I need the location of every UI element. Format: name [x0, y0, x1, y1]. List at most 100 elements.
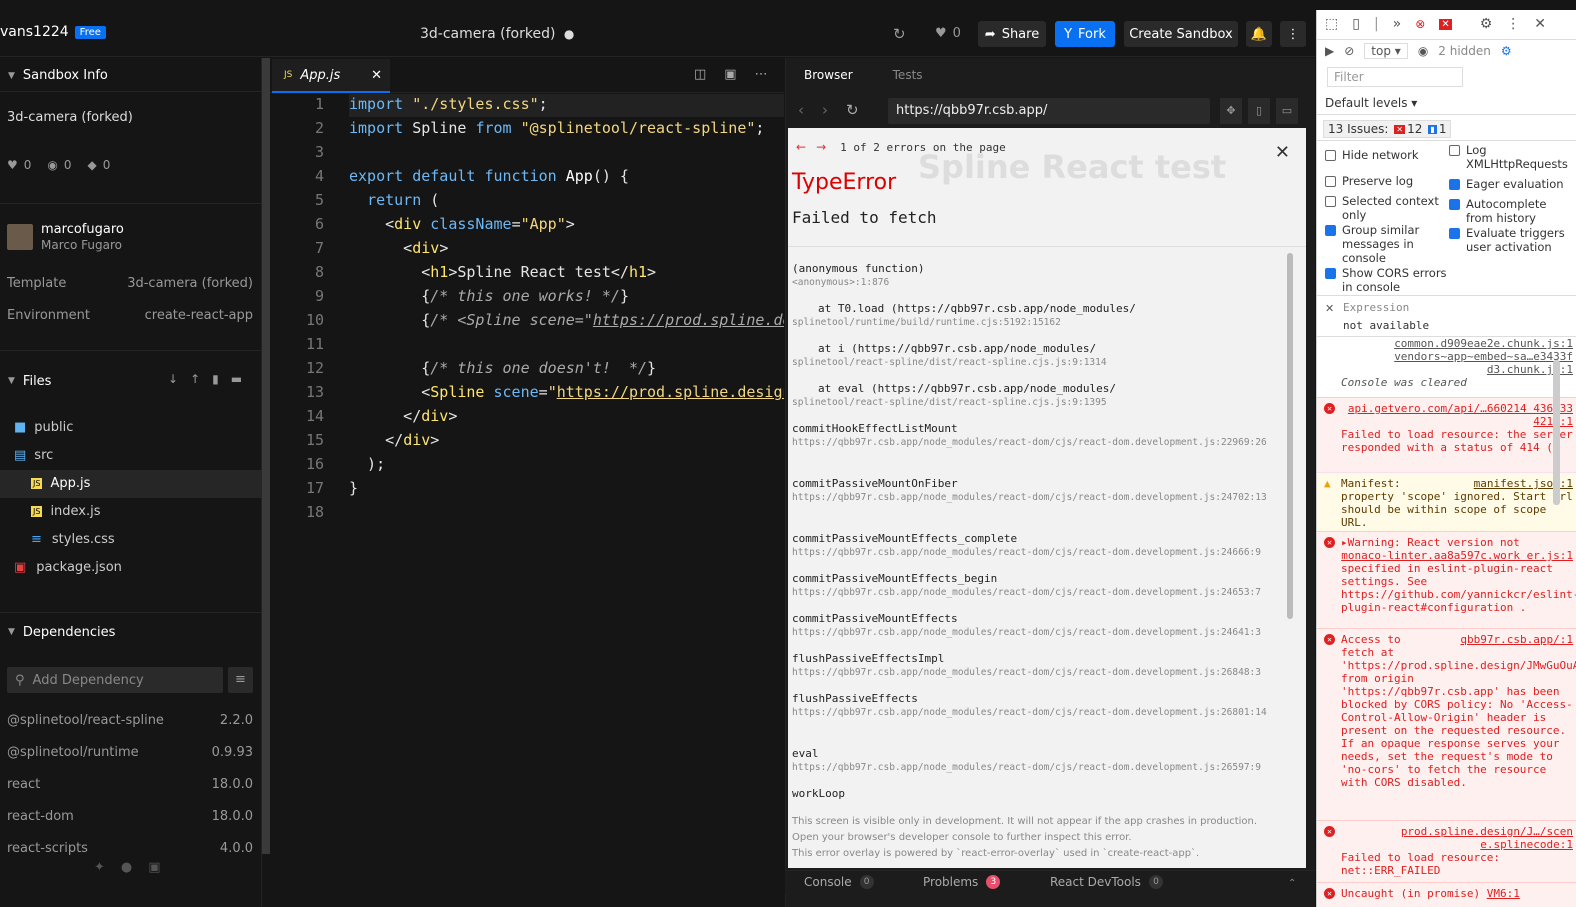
setting-checkbox[interactable]: Log XMLHttpRequests	[1449, 143, 1571, 171]
console-scrollbar[interactable]	[1553, 360, 1560, 505]
setting-checkbox[interactable]: Preserve log	[1325, 174, 1447, 188]
dependency-item[interactable]: react 18.0.0	[7, 777, 253, 795]
default-levels-select[interactable]: Default levels ▾	[1325, 96, 1417, 110]
source-link[interactable]: monaco-linter.aa8a597c.work er.js:1	[1341, 549, 1573, 562]
device-icon[interactable]: ▯	[1352, 16, 1360, 32]
source-link[interactable]: d3.chunk.js:1	[1341, 363, 1573, 376]
bell-icon[interactable]: 🔔	[1246, 21, 1272, 47]
avatar[interactable]	[7, 224, 33, 250]
close-icon[interactable]: ✕	[371, 68, 382, 83]
add-dependency-input[interactable]: ⚲ Add Dependency	[7, 667, 223, 693]
source-link[interactable]: vendors~app~embed~sa…e3433f	[1341, 350, 1573, 363]
dependency-list-icon[interactable]: ≡	[228, 667, 253, 693]
refresh-icon[interactable]: ↻	[893, 25, 906, 43]
tab-console[interactable]: Console 0	[804, 875, 874, 889]
stack-frame[interactable]: eval https://qbb97r.csb.app/node_modules/…	[792, 747, 1284, 773]
sidebar-toggle-icon[interactable]: ▶	[1325, 44, 1334, 58]
error-badge-icon[interactable]: ✕	[1439, 18, 1452, 30]
tab-tests[interactable]: Tests	[893, 68, 923, 82]
download-icon[interactable]: ↓	[168, 372, 178, 386]
refresh-icon[interactable]: ↻	[846, 101, 859, 119]
prev-error-arrow-icon[interactable]: ←	[796, 140, 806, 154]
setting-checkbox[interactable]: Selected context only	[1325, 194, 1447, 222]
new-folder-icon[interactable]: ▬	[231, 372, 242, 386]
setting-checkbox[interactable]: Group similar messages in console	[1325, 223, 1447, 265]
stack-frame[interactable]: commitPassiveMountEffects https://qbb97r.…	[792, 612, 1284, 638]
source-link[interactable]: common.d909eae2e.chunk.js:1	[1341, 337, 1573, 350]
checkbox[interactable]	[1449, 199, 1460, 210]
fork-button[interactable]: Y Fork	[1055, 21, 1115, 47]
username[interactable]: vans1224	[0, 24, 69, 40]
new-file-icon[interactable]: ▮	[212, 372, 219, 386]
dependency-item[interactable]: react-dom 18.0.0	[7, 809, 253, 827]
file-item-src[interactable]: ▤ src	[14, 448, 53, 463]
tab-react-devtools[interactable]: React DevTools 0	[1050, 875, 1163, 889]
file-item-app-js[interactable]: JS App.js	[31, 476, 90, 491]
message-text[interactable]: ▸Warning: React version not	[1341, 536, 1573, 549]
checkbox[interactable]	[1325, 225, 1336, 236]
checkbox[interactable]	[1449, 179, 1460, 190]
file-item-package-json[interactable]: ▣ package.json	[14, 560, 122, 575]
user-menu[interactable]: vans1224 Free	[0, 24, 106, 40]
stack-frame[interactable]: commitHookEffectListMount https://qbb97r.…	[792, 422, 1284, 448]
setting-checkbox[interactable]: Hide network	[1325, 148, 1447, 162]
close-icon[interactable]: ✕	[1325, 302, 1334, 315]
gear-icon[interactable]: ⚙	[1501, 44, 1512, 58]
stack-frame[interactable]: at eval (https://qbb97r.csb.app/node_mod…	[792, 382, 1284, 408]
gear-icon[interactable]: ⚙	[1480, 16, 1493, 32]
checkbox[interactable]	[1325, 176, 1336, 187]
move-icon[interactable]: ✥	[1220, 98, 1242, 124]
next-error-arrow-icon[interactable]: →	[816, 140, 826, 154]
setting-checkbox[interactable]: Eager evaluation	[1449, 177, 1571, 191]
clear-console-icon[interactable]: ⊘	[1344, 44, 1354, 58]
checkbox[interactable]	[1325, 268, 1336, 279]
url-bar[interactable]: https://qbb97r.csb.app/	[888, 98, 1210, 124]
preview-icon[interactable]: ▣	[724, 67, 736, 82]
upload-icon[interactable]: ↑	[190, 372, 200, 386]
discord-icon[interactable]: ▣	[148, 860, 160, 875]
more-tabs-icon[interactable]: »	[1393, 16, 1402, 32]
source-link[interactable]: VM6:1	[1487, 887, 1520, 900]
author-handle[interactable]: marcofugaro	[41, 222, 124, 237]
devtools-icon[interactable]: ▭	[1276, 98, 1298, 124]
issues-link[interactable]: 13 Issues: ✕ 12 ▮ 1	[1323, 120, 1452, 138]
dependency-item[interactable]: @splinetool/runtime 0.9.93	[7, 745, 253, 763]
checkbox[interactable]	[1449, 228, 1460, 239]
kebab-menu-icon[interactable]: ⋮	[1506, 16, 1520, 32]
stack-frame[interactable]: (anonymous function) <anonymous>:1:876	[792, 262, 1284, 288]
checkbox[interactable]	[1325, 196, 1336, 207]
tab-browser[interactable]: Browser	[804, 68, 853, 82]
stack-frame[interactable]: flushPassiveEffects https://qbb97r.csb.ap…	[792, 692, 1284, 718]
stack-frame[interactable]: commitPassiveMountEffects_complete https:…	[792, 532, 1284, 558]
stack-frame[interactable]: workLoop	[792, 787, 1284, 802]
source-link[interactable]: qbb97r.csb.app/:1	[1460, 633, 1573, 646]
tab-problems[interactable]: Problems 3	[923, 875, 1001, 889]
setting-checkbox[interactable]: Show CORS errors in console	[1325, 266, 1447, 294]
stack-frame[interactable]: commitPassiveMountOnFiber https://qbb97r.…	[792, 477, 1284, 503]
checkbox[interactable]	[1449, 145, 1460, 156]
sandbox-title-text[interactable]: 3d-camera (forked)	[420, 26, 555, 42]
context-select[interactable]: top ▾	[1364, 43, 1408, 59]
more-menu-icon[interactable]: ⋮	[1280, 21, 1306, 47]
more-icon[interactable]: ⋯	[755, 67, 768, 82]
source-link[interactable]: api.getvero.com/api/…660214 436333 4216:…	[1341, 402, 1573, 428]
eye-icon[interactable]: ◉	[1418, 44, 1428, 58]
sidebar-scrollbar[interactable]	[262, 58, 270, 854]
dependencies-header[interactable]: ▼ Dependencies	[0, 616, 262, 648]
source-link[interactable]: prod.spline.design/J…/scen e.splinecode:…	[1341, 825, 1573, 851]
create-sandbox-button[interactable]: Create Sandbox	[1124, 21, 1238, 47]
template-value[interactable]: 3d-camera (forked)	[127, 276, 253, 291]
close-icon[interactable]: ✕	[1275, 142, 1290, 163]
like-button[interactable]: ♥ 0	[935, 26, 961, 41]
sandbox-info-header[interactable]: ▼ Sandbox Info	[0, 60, 262, 92]
file-item-index-js[interactable]: JS index.js	[31, 504, 101, 519]
overlay-scrollbar[interactable]	[1287, 253, 1293, 619]
setting-checkbox[interactable]: Autocomplete from history	[1449, 197, 1571, 225]
error-count-icon[interactable]: ⊗	[1415, 17, 1425, 31]
share-button[interactable]: ➦ Share	[978, 21, 1046, 47]
inspect-icon[interactable]: ⬚	[1325, 16, 1338, 32]
github-icon[interactable]: ●	[121, 860, 132, 875]
close-icon[interactable]: ✕	[1534, 16, 1546, 32]
tab-app-js[interactable]: JS App.js ✕	[272, 59, 390, 93]
chevron-up-icon[interactable]: ⌃	[1288, 878, 1296, 889]
